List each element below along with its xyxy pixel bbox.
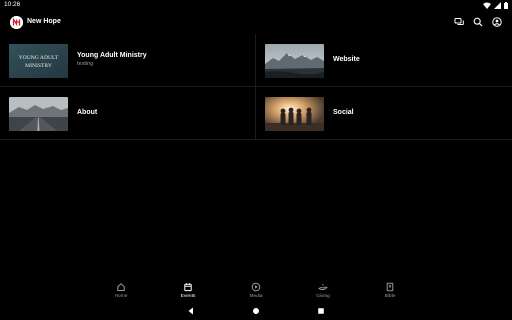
nav-label-home: Home — [114, 294, 128, 299]
card-text: Social — [333, 109, 354, 116]
nav-label-giving: Giving — [316, 294, 330, 299]
card-text: Website — [333, 56, 360, 63]
card-website[interactable]: Website — [256, 34, 512, 87]
account-icon[interactable] — [492, 17, 502, 27]
signal-icon — [494, 1, 501, 9]
chat-icon[interactable] — [454, 17, 464, 27]
card-young-adult-ministry[interactable]: YOUNG ADULT MINISTRY Young Adult Ministr… — [0, 34, 256, 87]
back-icon[interactable] — [186, 306, 196, 316]
app-bar: New Hope — [0, 12, 512, 34]
status-icons — [483, 1, 508, 9]
wifi-icon — [483, 2, 491, 9]
recents-square-icon[interactable] — [316, 306, 326, 316]
young-adult-ministry-thumbnail: YOUNG ADULT MINISTRY — [9, 44, 68, 78]
bible-icon — [385, 282, 395, 292]
thumb-text-line1: YOUNG ADULT — [19, 55, 59, 61]
nav-item-giving[interactable]: Giving — [303, 280, 343, 299]
app-title: New Hope — [27, 18, 61, 25]
nav-label-bible: Bible — [384, 294, 396, 299]
nav-item-events[interactable]: Events — [168, 280, 208, 299]
home-circle-icon[interactable] — [251, 306, 261, 316]
bottom-nav: Home Events Media Giving Bible — [0, 280, 512, 302]
nav-item-home[interactable]: Home — [101, 280, 141, 299]
thumb-text-line2: MINISTRY — [25, 63, 52, 69]
card-title: Social — [333, 109, 354, 116]
battery-icon — [504, 1, 508, 9]
status-bar: 10:26 — [0, 0, 512, 10]
home-icon — [116, 282, 126, 292]
church-logo — [10, 16, 23, 29]
search-icon[interactable] — [473, 17, 483, 27]
nav-label-events: Events — [180, 294, 196, 299]
calendar-icon — [183, 282, 193, 292]
app-actions — [454, 17, 502, 27]
website-thumbnail — [265, 44, 324, 78]
status-time: 10:26 — [4, 1, 21, 8]
nav-item-bible[interactable]: Bible — [370, 280, 410, 299]
card-text: Young Adult Ministry testing — [77, 52, 147, 67]
card-subtitle: testing — [77, 61, 94, 67]
about-thumbnail — [9, 97, 68, 131]
card-title: About — [77, 109, 98, 116]
giving-icon — [318, 282, 328, 292]
card-title: Young Adult Ministry — [77, 52, 147, 59]
card-text: About — [77, 109, 97, 116]
social-thumbnail — [265, 97, 324, 131]
nav-item-media[interactable]: Media — [236, 280, 276, 299]
play-icon — [251, 282, 261, 292]
card-social[interactable]: Social — [256, 87, 512, 140]
nav-label-media: Media — [249, 294, 263, 299]
card-title: Website — [333, 56, 360, 63]
events-grid: YOUNG ADULT MINISTRY Young Adult Ministr… — [0, 34, 512, 140]
system-nav-bar — [0, 302, 512, 320]
card-about[interactable]: About — [0, 87, 256, 140]
